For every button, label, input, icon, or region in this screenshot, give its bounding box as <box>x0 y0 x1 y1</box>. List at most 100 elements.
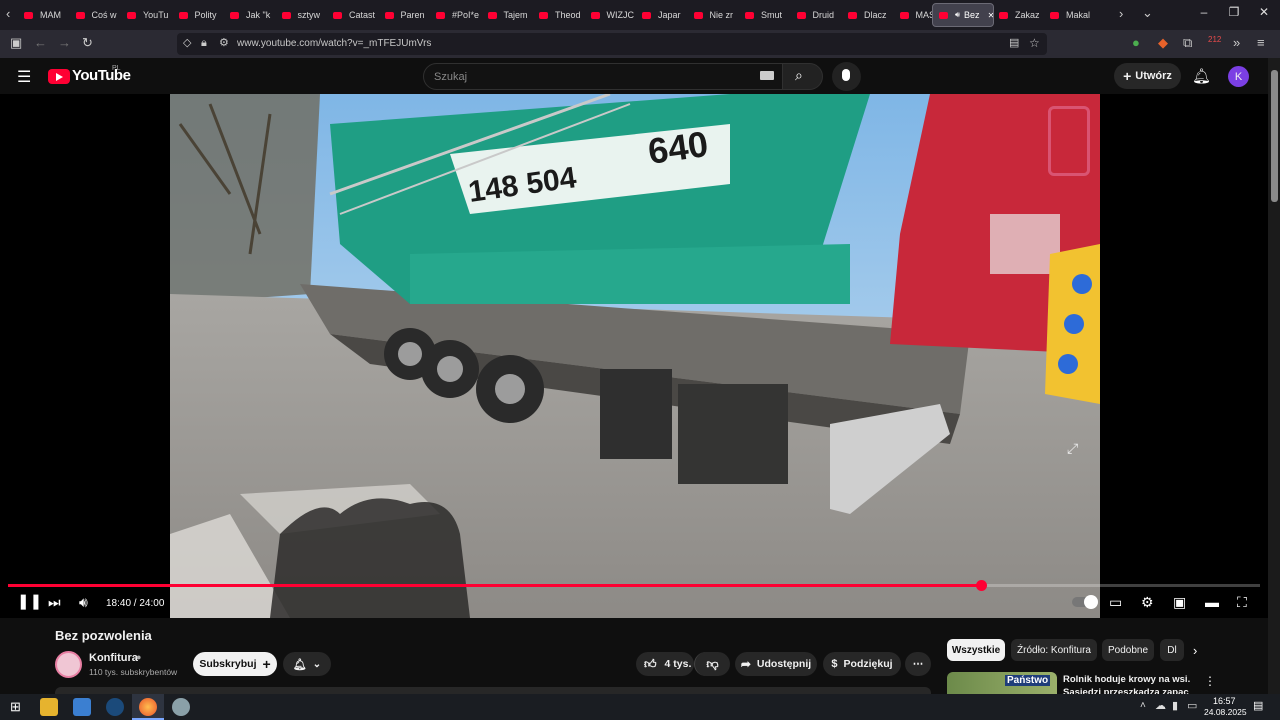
progress-bar[interactable] <box>8 580 1260 591</box>
avatar[interactable]: K <box>1228 66 1249 87</box>
reader-view-icon[interactable]: ▤ <box>1009 36 1019 50</box>
url-text[interactable]: www.youtube.com/watch?v=_mTFEJUmVrs <box>237 38 431 49</box>
browser-tab[interactable]: Zakaz <box>999 3 1045 27</box>
keyboard-icon[interactable] <box>760 71 774 80</box>
filter-chip[interactable]: Wszystkie <box>947 639 1005 661</box>
dislike-button[interactable]: 👎︎ <box>694 652 730 676</box>
filter-chip[interactable]: Dl <box>1160 639 1184 661</box>
browser-tab[interactable]: 🔊︎ Bez ✕ <box>932 3 994 27</box>
firefox-taskbar-item[interactable] <box>132 694 164 720</box>
clock-date[interactable]: 24.08.2025 <box>1204 707 1247 717</box>
browser-tab[interactable]: Jak "k <box>230 3 276 27</box>
channel-avatar[interactable] <box>55 651 82 678</box>
scrollbar-thumb[interactable] <box>1271 70 1278 202</box>
notifications-button[interactable]: 🔔︎ ⌄ <box>283 652 331 676</box>
next-video-icon[interactable]: ⏭︎ <box>48 593 61 611</box>
browser-tab[interactable]: Paren <box>384 3 431 27</box>
usb-icon[interactable]: ▮ <box>1172 699 1178 712</box>
browser-tab[interactable]: Polity <box>178 3 225 27</box>
miniplayer-icon[interactable]: ▣ <box>1173 593 1186 611</box>
extension-shield-icon[interactable]: ● <box>1132 36 1140 50</box>
thanks-button[interactable]: $ Podziękuj <box>823 652 901 676</box>
maximize-window-icon[interactable]: ❐ <box>1224 5 1244 19</box>
notifications-icon[interactable]: ▤ <box>1253 699 1263 712</box>
search-button[interactable]: ⌕ <box>782 63 823 90</box>
file-explorer-icon[interactable] <box>40 698 58 716</box>
create-button[interactable]: + Utwórz <box>1114 63 1181 89</box>
browser-tab[interactable]: MAM <box>24 3 70 27</box>
browser-tab[interactable]: Catast <box>333 3 379 27</box>
onedrive-icon[interactable]: ☁︎ <box>1155 699 1166 712</box>
app-icon[interactable] <box>172 698 190 716</box>
menu-hamburger-icon[interactable]: ≡ <box>1257 36 1265 50</box>
recommendation-menu-icon[interactable]: ⋮ <box>1204 674 1216 688</box>
extensions-puzzle-icon[interactable]: ⧉ <box>1183 36 1192 50</box>
recommendation-title[interactable]: Rolnik hoduje krowy na wsi. Sąsiedzi prz… <box>1063 673 1193 694</box>
filter-chip[interactable]: Źródło: Konfitura <box>1011 639 1097 661</box>
tab-audio-icon[interactable]: 🔊︎ <box>955 10 960 20</box>
share-button[interactable]: ➦ Udostępnij <box>735 652 817 676</box>
forward-icon[interactable]: → <box>58 36 71 50</box>
clock-time[interactable]: 16:57 <box>1213 696 1236 706</box>
sidebar-toggle-icon[interactable]: ▣ <box>10 36 22 50</box>
browser-tab[interactable]: Tajem <box>487 3 534 27</box>
recommendation-thumbnail[interactable]: Państwo <box>947 672 1057 694</box>
youtube-favicon-icon <box>693 11 703 19</box>
subscribe-button[interactable]: Subskrybuj + <box>193 652 277 676</box>
chips-next-chevron-icon[interactable]: › <box>1193 643 1197 658</box>
expand-overlay-icon[interactable]: ⤢ <box>1067 440 1078 457</box>
browser-tab[interactable]: Makal <box>1050 3 1096 27</box>
extension-fox-icon[interactable]: ◆ <box>1158 36 1168 50</box>
minimize-window-icon[interactable]: – <box>1194 5 1214 19</box>
tab-close-icon[interactable]: ✕ <box>988 11 993 20</box>
remote-desktop-icon[interactable] <box>73 698 91 716</box>
subtitles-icon[interactable]: ▭ <box>1109 593 1122 611</box>
guide-menu-icon[interactable]: ☰ <box>17 67 31 87</box>
theater-mode-icon[interactable]: ▬ <box>1205 593 1219 611</box>
extension-badge-icon[interactable]: 212 <box>1208 33 1221 47</box>
reload-icon[interactable]: ↻ <box>82 36 93 50</box>
permissions-icon[interactable]: ⚙︎ <box>219 36 229 50</box>
channel-watermark-icon[interactable] <box>1048 106 1090 176</box>
tab-scroll-right-icon[interactable]: › <box>1119 7 1123 21</box>
browser-tab[interactable]: Dlacz <box>848 3 894 27</box>
fullscreen-icon[interactable]: ⛶ <box>1237 593 1247 611</box>
settings-gear-icon[interactable]: ⚙︎ <box>1141 593 1154 611</box>
browser-tab[interactable]: Coś w <box>75 3 122 27</box>
channel-name[interactable]: Konfitura <box>89 652 138 664</box>
volume-icon[interactable]: 🔊︎ <box>79 593 88 611</box>
steam-icon[interactable] <box>106 698 124 716</box>
autoplay-toggle[interactable] <box>1072 595 1098 609</box>
search-input[interactable]: Szukaj <box>423 63 783 90</box>
voice-search-button[interactable] <box>832 62 861 91</box>
browser-tab[interactable]: Druid <box>796 3 843 27</box>
browser-tab[interactable]: Theod <box>539 3 585 27</box>
shield-icon[interactable]: ◇ <box>183 36 191 50</box>
windows-start-icon[interactable]: ⊞ <box>10 699 21 715</box>
network-icon[interactable]: ▭ <box>1187 699 1197 712</box>
close-window-icon[interactable]: ✕ <box>1254 5 1274 19</box>
browser-tab[interactable]: #PoI*e <box>436 3 482 27</box>
browser-tab[interactable]: sztyw <box>281 3 328 27</box>
browser-tab[interactable]: Smut <box>745 3 791 27</box>
notifications-bell-icon[interactable]: 🔔︎ <box>1192 67 1211 85</box>
pause-icon[interactable]: ❚❚ <box>17 593 42 611</box>
browser-tab[interactable]: WIZJC <box>590 3 637 27</box>
overflow-chevrons-icon[interactable]: » <box>1233 36 1240 50</box>
browser-tab[interactable]: Japar <box>642 3 688 27</box>
address-bar[interactable]: ◇ 🔒︎ ⚙︎ www.youtube.com/watch?v=_mTFEJUm… <box>177 33 1047 55</box>
more-actions-button[interactable]: ⋯ <box>905 652 931 676</box>
youtube-logo[interactable]: YouTube PL <box>48 65 138 88</box>
browser-tab[interactable]: Nie zr <box>693 3 740 27</box>
tab-scroll-left-icon[interactable]: ‹ <box>6 7 10 21</box>
back-icon[interactable]: ← <box>34 36 47 50</box>
browser-tab[interactable]: YouTu <box>127 3 173 27</box>
bookmark-star-icon[interactable]: ☆ <box>1029 36 1040 50</box>
progress-scrubber[interactable] <box>975 580 987 591</box>
like-button[interactable]: 👍︎ 4 tys. <box>636 652 694 676</box>
filter-chip[interactable]: Podobne <box>1102 639 1154 661</box>
tray-chevron-icon[interactable]: ˄ <box>1140 700 1146 711</box>
tab-list-chevron-icon[interactable]: ⌄ <box>1142 6 1153 20</box>
video-player[interactable]: 148 504 640 ⤢ <box>0 94 1268 618</box>
lock-icon[interactable]: 🔒︎ <box>201 36 207 50</box>
